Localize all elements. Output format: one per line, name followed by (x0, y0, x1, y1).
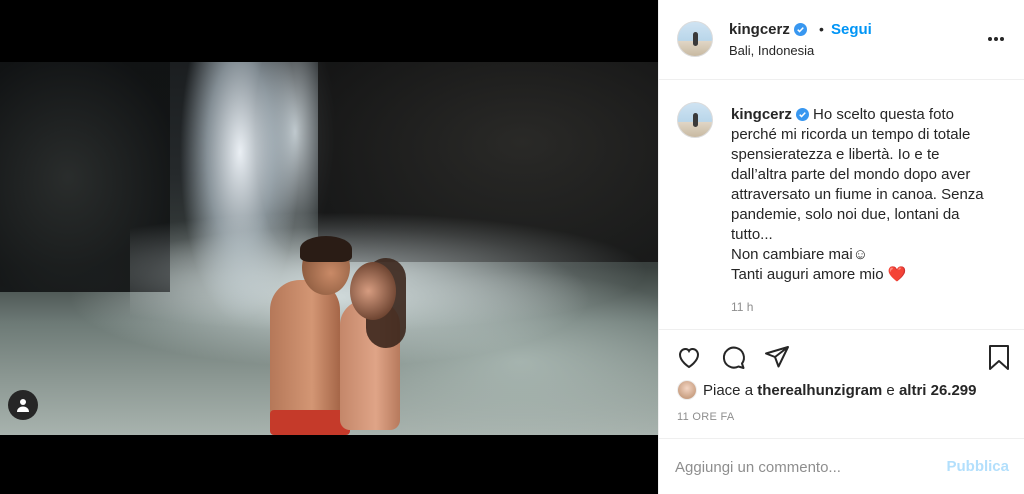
avatar[interactable] (677, 21, 713, 57)
likes-conjunction: e (886, 381, 895, 399)
more-options-icon[interactable] (987, 28, 1009, 48)
caption-line: Tanti auguri amore mio ❤️ (731, 266, 907, 283)
caption-line: pandemie, solo noi due, lontani da (731, 206, 960, 223)
comment-icon[interactable] (719, 343, 747, 371)
liker-avatar[interactable] (677, 380, 697, 400)
verified-icon (795, 108, 809, 121)
caption-line: Ho scelto questa foto (813, 106, 954, 123)
caption-line: tutto... (731, 226, 773, 243)
comment-input[interactable] (675, 455, 935, 479)
photo-couple (262, 236, 412, 435)
publish-button[interactable]: Pubblica (946, 458, 1009, 475)
action-bar (659, 340, 1024, 376)
post-header: kingcerz • Segui Bali, Indonesia (659, 0, 1024, 80)
photo-head-2 (350, 262, 396, 320)
caption-line: perché mi ricorda un tempo di totale (731, 126, 971, 143)
heart-icon[interactable] (675, 343, 703, 371)
photo-swimsuit (270, 410, 350, 435)
likes-prefix: Piace a (703, 381, 754, 399)
header-username-text[interactable]: kingcerz (729, 21, 790, 38)
location-link[interactable]: Bali, Indonesia (729, 43, 814, 58)
liker-username[interactable]: therealhunzigram (757, 382, 882, 399)
photo-hair-1 (300, 236, 352, 262)
verified-icon (793, 23, 807, 36)
media-panel (0, 0, 658, 494)
separator-dot: • (819, 21, 824, 37)
post-side-panel: kingcerz • Segui Bali, Indonesia kingcer… (658, 0, 1024, 494)
caption-line: Non cambiare mai☺︎ (731, 246, 869, 263)
likes-count[interactable]: altri 26.299 (899, 382, 977, 399)
post-date[interactable]: 11 ORE FA (677, 411, 735, 423)
caption-line: spensieratezza e libertà. Io e te (731, 146, 940, 163)
caption-text: kingcerz Ho scelto questa foto perché mi… (731, 105, 1011, 285)
caption-line: dall’altra parte del mondo dopo aver (731, 166, 971, 183)
user-tag-icon[interactable] (8, 390, 38, 420)
caption-section: kingcerz Ho scelto questa foto perché mi… (659, 80, 1024, 330)
post-photo[interactable] (0, 62, 658, 435)
share-icon[interactable] (763, 343, 791, 371)
photo-person-1 (270, 280, 340, 430)
caption-line: attraversato un fiume in canoa. Senza (731, 186, 984, 203)
caption-timestamp[interactable]: 11 h (731, 300, 753, 314)
header-username[interactable]: kingcerz (729, 21, 807, 38)
bookmark-icon[interactable] (985, 343, 1013, 371)
likes-summary: Piace a therealhunzigram e altri 26.299 (677, 378, 977, 402)
instagram-post: kingcerz • Segui Bali, Indonesia kingcer… (0, 0, 1024, 494)
follow-button[interactable]: Segui (831, 21, 872, 38)
caption-avatar[interactable] (677, 102, 713, 138)
caption-username[interactable]: kingcerz (731, 106, 792, 123)
comment-form: Pubblica (659, 438, 1024, 494)
